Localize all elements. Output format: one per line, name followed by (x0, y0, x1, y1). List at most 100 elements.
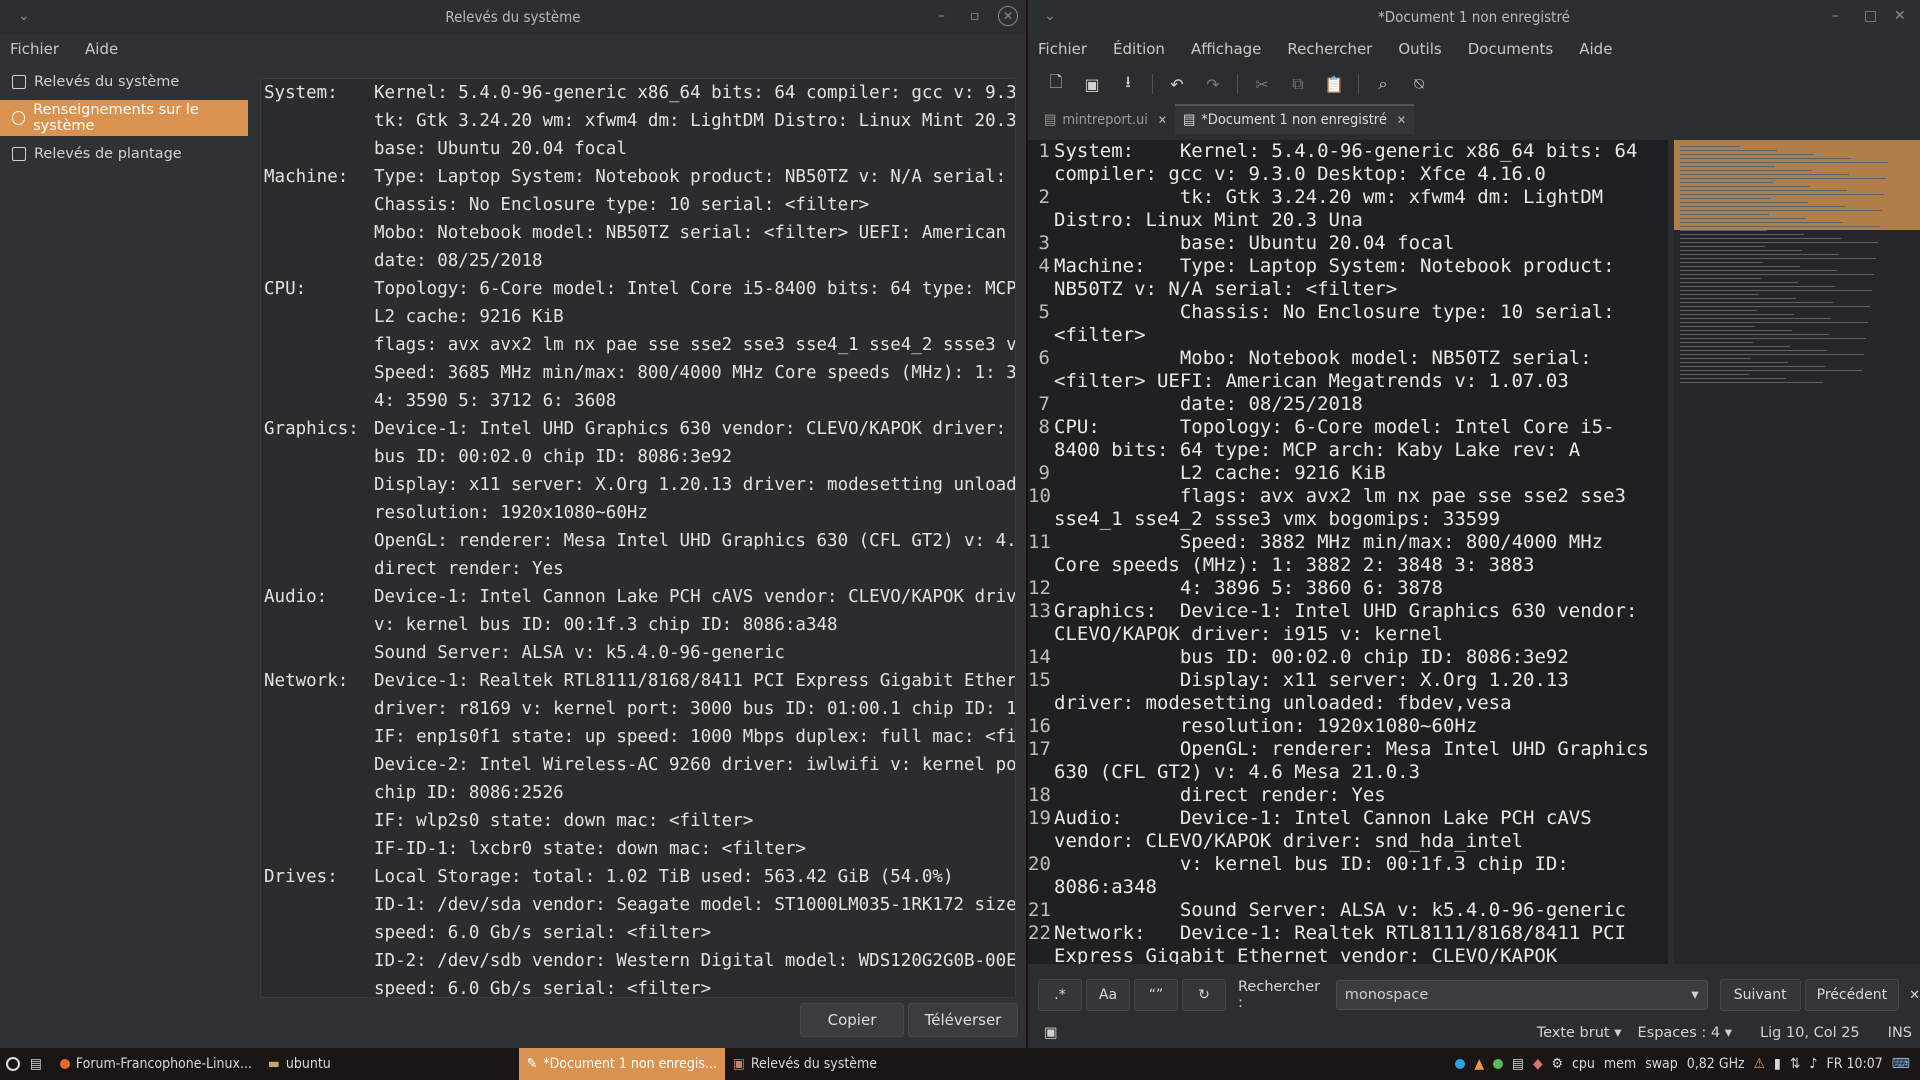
minimap-line (1680, 338, 1866, 339)
search-icon[interactable]: ⌕ (1365, 69, 1401, 99)
chevron-down-icon[interactable]: ▾ (1691, 987, 1698, 1003)
sidebar-item-crash-reports[interactable]: Relevés de plantage (0, 136, 248, 172)
minimize-icon[interactable]: – (938, 8, 945, 24)
search-replace-icon[interactable]: ⍉ (1401, 69, 1437, 99)
swap-monitor[interactable]: swap (1645, 1056, 1678, 1072)
network-icon[interactable]: ⇅ (1790, 1056, 1801, 1072)
mem-monitor[interactable]: mem (1604, 1056, 1636, 1072)
right-window-title: *Document 1 non enregistré (1377, 8, 1570, 26)
report-value: speed: 6.0 Gb/s serial: <filter> (374, 979, 712, 998)
tab-mintreport[interactable]: ▤ mintreport.ui ✕ (1036, 106, 1175, 134)
task-text-editor[interactable]: ✎ *Document 1 non enregis... (518, 1048, 725, 1080)
save-icon[interactable]: ⭳ (1110, 69, 1146, 99)
minimap[interactable] (1674, 140, 1920, 964)
menu-affichage[interactable]: Affichage (1187, 40, 1265, 58)
report-key (261, 611, 374, 639)
language-selector[interactable]: Texte brut ▾ (1537, 1025, 1622, 1041)
volume-icon[interactable]: ♪ (1809, 1056, 1817, 1072)
wrap-around-icon[interactable]: ↻ (1182, 979, 1226, 1011)
report-key: Network: (264, 671, 349, 691)
tab-document-1[interactable]: ▤ *Document 1 non enregistré ✕ (1174, 104, 1414, 134)
maximize-icon[interactable]: □ (1864, 8, 1877, 24)
paste-icon[interactable]: 📋 (1316, 69, 1352, 99)
report-line: IF-ID-1: lxcbr0 state: down mac: <filter… (261, 835, 1015, 863)
cpu-frequency[interactable]: 0,82 GHz (1687, 1056, 1745, 1072)
minimap-line (1680, 158, 1851, 159)
upload-button[interactable]: Téléverser (908, 1003, 1018, 1037)
close-tab-icon[interactable]: ✕ (1397, 113, 1406, 127)
menu-fichier[interactable]: Fichier (1034, 40, 1091, 58)
text-editor-area[interactable]: 1 System: Kernel: 5.4.0-96-generic x86_64… (1028, 140, 1668, 964)
line-text: Graphics: Device-1: Intel UHD Graphics 6… (1054, 600, 1649, 645)
line-text: Network: Device-1: Realtek RTL8111/8168/… (1054, 922, 1638, 964)
report-key (261, 191, 374, 219)
menu-aide[interactable]: Aide (1575, 40, 1616, 58)
document-tabs: ▤ mintreport.ui ✕ ▤ *Document 1 non enre… (1028, 104, 1920, 134)
menu-documents[interactable]: Documents (1464, 40, 1558, 58)
close-icon[interactable]: ✕ (998, 6, 1018, 26)
line-number: 15 (1028, 669, 1051, 691)
sidebar-item-system-reports[interactable]: Relevés du système (0, 64, 248, 100)
vlc-icon[interactable]: ▲ (1474, 1056, 1484, 1072)
minimap-line (1680, 258, 1876, 259)
close-search-icon[interactable]: ✕ (1909, 988, 1920, 1003)
undo-icon[interactable]: ↶ (1159, 69, 1195, 99)
task-file-manager[interactable]: ▬ ubuntu (260, 1048, 339, 1080)
minimap-line (1680, 186, 1810, 187)
line-text: L2 cache: 9216 KiB (1054, 462, 1386, 484)
warning-icon[interactable]: ⚠ (1754, 1056, 1765, 1072)
line-text: Display: x11 server: X.Org 1.20.13 drive… (1054, 669, 1581, 714)
maximize-icon[interactable]: ▫ (970, 8, 980, 24)
minimap-line (1680, 294, 1759, 295)
menu-aide[interactable]: Aide (81, 40, 122, 58)
clock[interactable]: FR 10:07 (1827, 1056, 1883, 1072)
report-value: IF-ID-1: lxcbr0 state: down mac: <filter… (374, 839, 806, 859)
line-number: 3 (1038, 232, 1050, 254)
editor-line: 18 direct render: Yes (1028, 784, 1668, 807)
settings-icon[interactable]: ⚙ (1552, 1056, 1563, 1072)
minimap-line (1680, 242, 1878, 243)
sidebar-item-system-info[interactable]: Renseignements sur le système (0, 100, 248, 136)
whole-word-icon[interactable]: “” (1134, 979, 1178, 1011)
previous-button[interactable]: Précédent (1804, 979, 1900, 1011)
task-firefox[interactable]: Forum-Francophone-Linux... (52, 1048, 260, 1080)
indent-selector[interactable]: Espaces : 4 ▾ (1638, 1025, 1732, 1041)
telegram-icon[interactable] (1455, 1059, 1466, 1069)
task-system-reports[interactable]: ▣ Relevés du système (725, 1048, 885, 1080)
menu-fichier[interactable]: Fichier (6, 40, 63, 58)
menu-edition[interactable]: Édition (1109, 40, 1169, 58)
report-line: IF: wlp2s0 state: down mac: <filter> (261, 807, 1015, 835)
show-desktop-icon[interactable]: ▤ (30, 1056, 42, 1072)
copy-button[interactable]: Copier (800, 1003, 904, 1037)
notes-icon[interactable]: ▤ (1512, 1056, 1524, 1072)
side-panel-icon[interactable]: ▣ (1044, 1025, 1058, 1041)
system-info-text[interactable]: System: Kernel: 5.4.0-96-generic x86_64 b… (260, 78, 1016, 998)
report-line: 4: 3590 5: 3712 6: 3608 (261, 387, 1015, 415)
cpu-monitor[interactable]: cpu (1572, 1056, 1595, 1072)
minimize-icon[interactable]: – (1832, 8, 1839, 24)
cut-icon[interactable]: ✂ (1244, 69, 1280, 99)
menu-rechercher[interactable]: Rechercher (1283, 40, 1376, 58)
update-icon[interactable] (1493, 1059, 1504, 1069)
report-value: Display: x11 server: X.Org 1.20.13 drive… (374, 475, 1016, 495)
regex-toggle-icon[interactable]: .* (1038, 979, 1082, 1011)
match-case-icon[interactable]: Aa (1086, 979, 1130, 1011)
minimap-line (1680, 310, 1757, 311)
taskbar: ▤ Forum-Francophone-Linux... ▬ ubuntu ✎ … (0, 1048, 1920, 1080)
search-input[interactable]: monospace ▾ (1335, 980, 1708, 1010)
close-tab-icon[interactable]: ✕ (1158, 113, 1167, 127)
keyboard-icon[interactable]: ⌨ (1892, 1056, 1910, 1072)
redo-icon[interactable]: ↷ (1195, 69, 1231, 99)
new-document-icon[interactable]: 🗋 (1038, 69, 1074, 99)
open-file-icon[interactable]: ▣ (1074, 69, 1110, 99)
minimap-line (1680, 150, 1777, 151)
menu-outils[interactable]: Outils (1394, 40, 1445, 58)
report-key (261, 751, 374, 779)
mint-report-icon[interactable]: ◆ (1533, 1056, 1543, 1072)
menu-icon[interactable] (6, 1057, 20, 1071)
copy-icon[interactable]: ⧉ (1280, 69, 1316, 99)
close-icon[interactable]: ✕ (1894, 8, 1906, 24)
line-text: Chassis: No Enclosure type: 10 serial: <… (1054, 301, 1626, 346)
battery-icon[interactable]: ▮ (1774, 1056, 1781, 1072)
next-button[interactable]: Suivant (1719, 979, 1801, 1011)
